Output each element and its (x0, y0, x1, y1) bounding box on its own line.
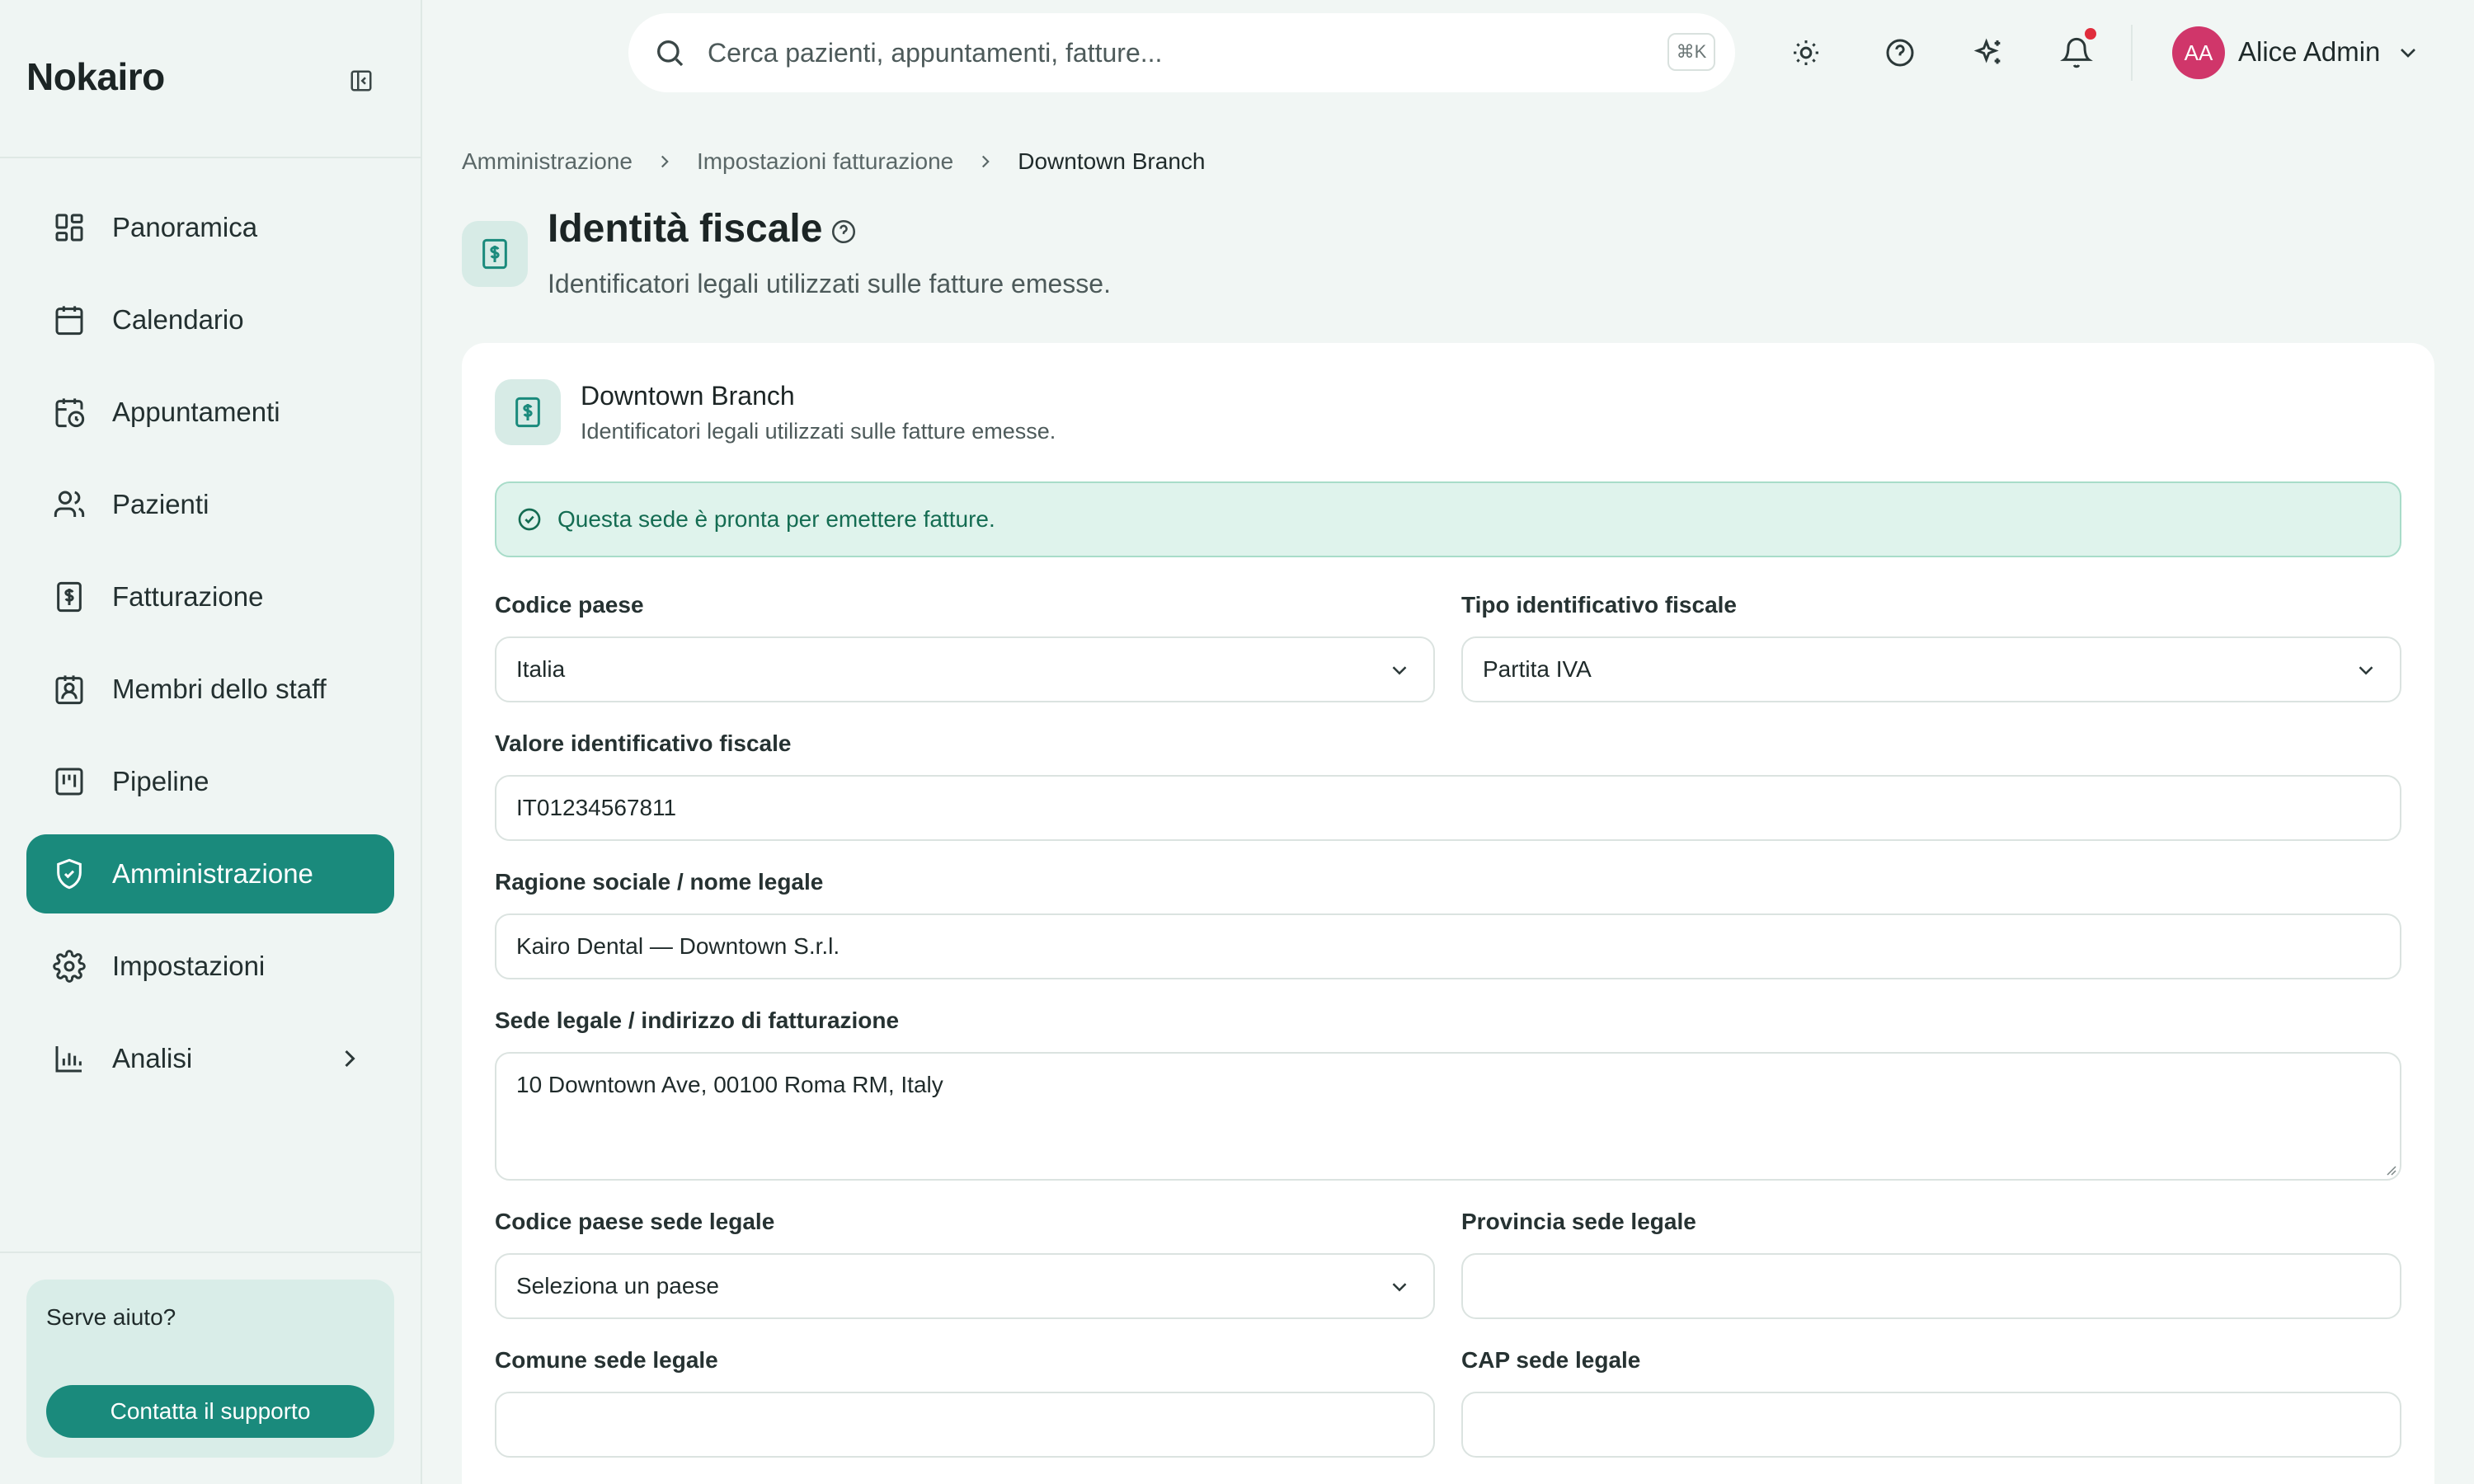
calendar-clock-icon (53, 396, 86, 429)
sidebar-divider (0, 157, 422, 158)
legal-name-text: Kairo Dental — Downtown S.r.l. (516, 933, 840, 959)
sidebar-item-label: Amministrazione (112, 858, 313, 889)
receipt-icon (53, 580, 86, 613)
resize-handle-icon[interactable] (2383, 1162, 2396, 1176)
legal-country-select[interactable]: Seleziona un paese (495, 1253, 1435, 1319)
sidebar-item-appuntamenti[interactable]: Appuntamenti (26, 373, 394, 452)
help-circle-icon[interactable] (830, 218, 858, 246)
page-title: Identità fiscale (548, 207, 823, 251)
sidebar-item-label: Analisi (112, 1043, 193, 1073)
bar-chart-icon (53, 1042, 86, 1075)
topbar-divider (2131, 25, 2133, 81)
tax-id-type-label: Tipo identificativo fiscale (1461, 592, 1738, 618)
sidebar-item-calendario[interactable]: Calendario (26, 280, 394, 359)
country-code-label: Codice paese (495, 592, 644, 618)
sidebar-item-analisi[interactable]: Analisi (26, 1019, 394, 1098)
receipt-icon (462, 221, 528, 287)
country-code-value: Italia (516, 656, 566, 682)
sidebar-item-amministrazione[interactable]: Amministrazione (26, 834, 394, 913)
sidebar-item-label: Pazienti (112, 489, 209, 519)
card-title: Downtown Branch (581, 381, 795, 411)
tax-id-value-field[interactable]: IT01234567811 (495, 775, 2401, 841)
legal-name-field[interactable]: Kairo Dental — Downtown S.r.l. (495, 913, 2401, 979)
tax-id-type-value: Partita IVA (1483, 656, 1592, 682)
legal-province-field[interactable] (1461, 1253, 2401, 1319)
chevron-down-icon[interactable] (2395, 40, 2421, 66)
sidebar-item-label: Fatturazione (112, 581, 264, 612)
legal-address-textarea[interactable]: 10 Downtown Ave, 00100 Roma RM, Italy (495, 1052, 2401, 1181)
success-alert: Questa sede è pronta per emettere fattur… (495, 481, 2401, 557)
legal-country-value: Seleziona un paese (516, 1273, 719, 1298)
card-subtitle: Identificatori legali utilizzati sulle f… (581, 419, 1056, 444)
avatar[interactable]: AA (2172, 26, 2225, 79)
sidebar-item-panoramica[interactable]: Panoramica (26, 188, 394, 267)
legal-address-text: 10 Downtown Ave, 00100 Roma RM, Italy (516, 1072, 943, 1097)
users-icon (53, 488, 86, 521)
chevron-right-icon[interactable] (335, 1044, 365, 1073)
contact-support-button[interactable]: Contatta il supporto (46, 1385, 374, 1438)
search-bar[interactable]: Cerca pazienti, appuntamenti, fatture...… (628, 13, 1735, 92)
chevron-right-icon (654, 151, 675, 172)
dashboard-icon (53, 211, 86, 244)
help-title: Serve aiuto? (46, 1304, 176, 1330)
breadcrumb: Amministrazione Impostazioni fatturazion… (462, 148, 1205, 175)
sidebar-item-membri-staff[interactable]: Membri dello staff (26, 650, 394, 729)
sidebar-item-label: Pipeline (112, 766, 209, 796)
chevron-down-icon (1387, 658, 1412, 683)
breadcrumb-current: Downtown Branch (1018, 148, 1206, 174)
legal-city-field[interactable] (495, 1392, 1435, 1458)
kanban-icon (53, 765, 86, 798)
legal-name-label: Ragione sociale / nome legale (495, 869, 824, 895)
tax-id-value-label: Valore identificativo fiscale (495, 730, 792, 756)
sidebar-item-label: Impostazioni (112, 951, 266, 981)
tax-id-value-text: IT01234567811 (516, 795, 677, 820)
alert-text: Questa sede è pronta per emettere fattur… (557, 506, 995, 532)
check-circle-icon (516, 506, 543, 533)
sidebar-item-pipeline[interactable]: Pipeline (26, 742, 394, 821)
sun-icon[interactable] (1790, 36, 1823, 69)
legal-city-label: Comune sede legale (495, 1347, 718, 1373)
chevron-right-icon (975, 151, 996, 172)
country-code-select[interactable]: Italia (495, 636, 1435, 702)
tax-id-type-select[interactable]: Partita IVA (1461, 636, 2401, 702)
chevron-down-icon (1387, 1275, 1412, 1299)
sidebar-collapse-icon[interactable] (346, 66, 376, 96)
sidebar-divider (0, 1252, 422, 1253)
calendar-icon (53, 303, 86, 336)
legal-zip-field[interactable] (1461, 1392, 2401, 1458)
help-circle-icon[interactable] (1884, 36, 1917, 69)
shield-icon (53, 857, 86, 890)
keyboard-shortcut-badge: ⌘K (1667, 33, 1715, 71)
receipt-icon (495, 379, 561, 445)
bell-icon[interactable] (2060, 36, 2093, 69)
sidebar-item-label: Membri dello staff (112, 674, 327, 704)
sidebar-item-label: Appuntamenti (112, 397, 280, 427)
sidebar-nav: Panoramica Calendario Appuntamenti Pazie… (26, 188, 394, 1111)
notification-dot (2085, 28, 2096, 40)
breadcrumb-item[interactable]: Amministrazione (462, 148, 633, 175)
id-badge-icon (53, 673, 86, 706)
help-card: Serve aiuto? Contatta il supporto (26, 1280, 394, 1458)
page-subtitle: Identificatori legali utilizzati sulle f… (548, 269, 1111, 298)
sparkles-icon[interactable] (1973, 36, 2006, 69)
sidebar-item-pazienti[interactable]: Pazienti (26, 465, 394, 544)
sidebar-item-fatturazione[interactable]: Fatturazione (26, 557, 394, 636)
legal-zip-label: CAP sede legale (1461, 1347, 1641, 1373)
brand-logo[interactable]: Nokairo (26, 54, 165, 99)
sidebar: Nokairo Panoramica Calendario Appuntamen… (0, 0, 422, 1484)
sidebar-item-label: Calendario (112, 304, 244, 335)
legal-province-label: Provincia sede legale (1461, 1209, 1696, 1234)
search-icon (653, 36, 686, 69)
gear-icon (53, 950, 86, 983)
legal-address-label: Sede legale / indirizzo di fatturazione (495, 1007, 900, 1033)
sidebar-item-label: Panoramica (112, 212, 258, 242)
sidebar-item-impostazioni[interactable]: Impostazioni (26, 927, 394, 1006)
search-input[interactable]: Cerca pazienti, appuntamenti, fatture... (708, 38, 1162, 68)
breadcrumb-item[interactable]: Impostazioni fatturazione (697, 148, 953, 175)
user-name[interactable]: Alice Admin (2238, 36, 2380, 68)
legal-country-label: Codice paese sede legale (495, 1209, 775, 1234)
chevron-down-icon (2354, 658, 2378, 683)
fiscal-identity-card: Downtown Branch Identificatori legali ut… (462, 343, 2434, 1484)
